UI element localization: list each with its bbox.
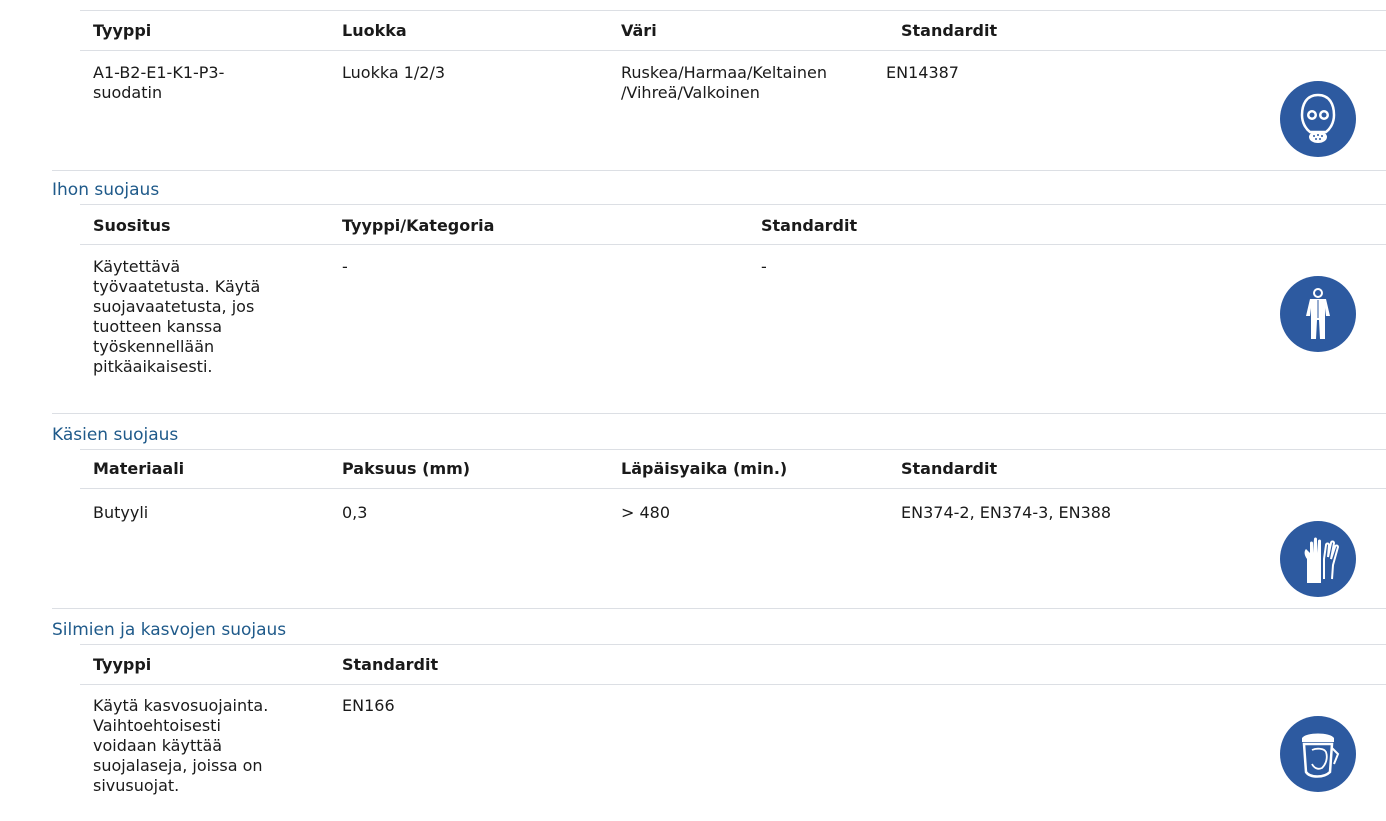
header-color: Väri [621, 21, 657, 40]
header-standards: Standardit [761, 216, 858, 235]
header-type: Tyyppi [93, 21, 152, 40]
divider [80, 204, 1386, 205]
divider [80, 488, 1386, 489]
cell-standard: EN14387 [886, 63, 959, 82]
header-recommendation: Suositus [93, 216, 171, 235]
header-class: Luokka [342, 21, 407, 40]
cell-category: - [342, 257, 348, 276]
section-title-eyes: Silmien ja kasvojen suojaus [52, 620, 287, 640]
divider [80, 10, 1386, 11]
respirator-mask-icon [1280, 81, 1356, 157]
cell-standard: EN166 [342, 696, 395, 715]
cell-class: Luokka 1/2/3 [342, 63, 446, 82]
cell-material: Butyyli [93, 503, 149, 522]
section-title-hands: Käsien suojaus [52, 425, 179, 445]
header-material: Materiaali [93, 459, 185, 478]
divider [80, 644, 1386, 645]
section-title-skin: Ihon suojaus [52, 180, 160, 200]
divider [80, 244, 1386, 245]
divider [80, 449, 1386, 450]
cell-standard: EN374-2, EN374-3, EN388 [901, 503, 1112, 522]
cell-color: Ruskea/Harmaa/Keltainen /Vihreä/Valkoine… [621, 63, 827, 102]
face-shield-icon [1280, 716, 1356, 792]
cell-thickness: 0,3 [342, 503, 368, 522]
header-standards: Standardit [901, 21, 998, 40]
divider [52, 170, 1386, 171]
header-standards: Standardit [901, 459, 998, 478]
divider [52, 413, 1386, 414]
cell-breakthrough: > 480 [621, 503, 671, 522]
cell-type: A1-B2-E1-K1-P3- suodatin [93, 63, 225, 102]
cell-standard: - [761, 257, 767, 276]
gloves-icon [1280, 521, 1356, 597]
header-breakthrough: Läpäisyaika (min.) [621, 459, 788, 478]
divider [80, 50, 1386, 51]
cell-type: Käytä kasvosuojainta. Vaihtoehtoisesti v… [93, 696, 269, 795]
header-thickness: Paksuus (mm) [342, 459, 471, 478]
divider [80, 684, 1386, 685]
cell-recommendation: Käytettävä työvaatetusta. Käytä suojavaa… [93, 257, 261, 376]
header-category: Tyyppi/Kategoria [342, 216, 495, 235]
divider [52, 608, 1386, 609]
protective-clothing-icon [1280, 276, 1356, 352]
header-standards: Standardit [342, 655, 439, 674]
header-type: Tyyppi [93, 655, 152, 674]
